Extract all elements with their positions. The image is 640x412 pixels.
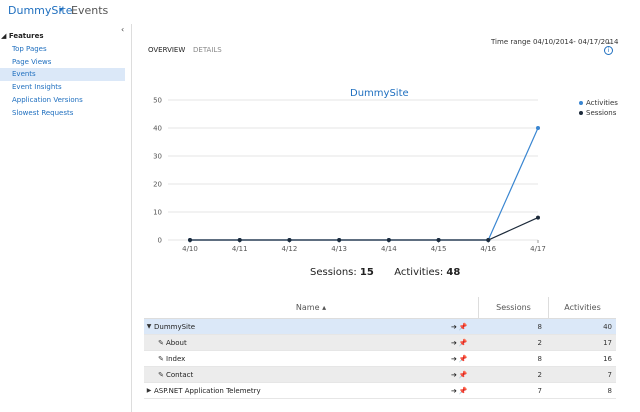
sidebar-item-application-versions[interactable]: Application Versions xyxy=(0,94,125,107)
sessions-total: 15 xyxy=(359,267,374,278)
tab-details[interactable]: DETAILS xyxy=(193,46,222,54)
site-dropdown-icon[interactable]: ▾ xyxy=(59,5,63,14)
row-activities: 16 xyxy=(603,354,612,363)
expand-collapse-icon[interactable]: ▼ xyxy=(144,323,154,330)
data-point-sessions xyxy=(386,238,391,242)
sidebar-item-event-insights[interactable]: Event Insights xyxy=(0,81,125,94)
events-table: Name ▴ Sessions Activities ▼ DummySite ➔… xyxy=(144,296,616,399)
x-tick-label: 4/12 xyxy=(282,245,298,253)
summary-stats: Sessions: 15 Activities: 48 xyxy=(310,267,460,278)
row-sessions: 2 xyxy=(537,370,542,379)
tab-overview[interactable]: OVERVIEW xyxy=(148,46,185,54)
drilldown-arrow-icon[interactable]: ➔ xyxy=(451,371,457,379)
data-point-sessions xyxy=(188,238,192,242)
legend-item-sessions[interactable]: Sessions xyxy=(576,108,618,118)
info-icon[interactable]: i xyxy=(604,46,613,55)
table-row[interactable]: ▶ ASP.NET Application Telemetry ➔ 📌 7 8 xyxy=(144,383,616,399)
legend-sessions-label: Sessions xyxy=(586,109,617,117)
chart-legend: Activities Sessions xyxy=(576,98,618,118)
y-tick-label: 40 xyxy=(153,125,162,133)
page-title: Events xyxy=(71,4,109,17)
data-point-sessions xyxy=(536,215,540,220)
activities-total: 48 xyxy=(446,267,461,278)
row-sessions: 8 xyxy=(537,322,542,331)
row-name: Index xyxy=(166,354,186,363)
x-tick-label: 4/10 xyxy=(182,245,198,253)
sessions-label: Sessions: xyxy=(310,267,357,278)
y-tick-label: 20 xyxy=(153,181,162,189)
legend-item-activities[interactable]: Activities xyxy=(576,98,618,108)
drilldown-arrow-icon[interactable]: ➔ xyxy=(451,387,457,395)
row-sessions: 2 xyxy=(537,338,542,347)
data-point-sessions xyxy=(436,238,441,242)
edit-pencil-icon[interactable]: ✎ xyxy=(156,355,166,363)
data-point-sessions xyxy=(337,238,342,242)
row-activities: 8 xyxy=(607,386,612,395)
drilldown-arrow-icon[interactable]: ➔ xyxy=(451,323,457,331)
pin-icon[interactable]: 📌 xyxy=(459,323,468,331)
x-tick-label: 4/14 xyxy=(381,245,397,253)
data-point-activities xyxy=(536,126,540,130)
table-header: Name ▴ Sessions Activities xyxy=(144,296,616,319)
column-header-sessions[interactable]: Sessions xyxy=(478,296,548,319)
table-row[interactable]: ▼ DummySite ➔ 📌 8 40 xyxy=(144,319,616,335)
y-tick-label: 50 xyxy=(153,97,162,105)
sidebar-item-slowest-requests[interactable]: Slowest Requests xyxy=(0,107,125,120)
x-tick-label: 4/15 xyxy=(431,245,447,253)
x-tick-label: 4/16 xyxy=(480,245,496,253)
sidebar-item-top-pages[interactable]: Top Pages xyxy=(0,43,125,56)
x-tick-label: 4/17 xyxy=(530,245,546,253)
series-line-sessions xyxy=(190,217,539,241)
table-row[interactable]: ✎ Index ➔ 📌 8 16 xyxy=(144,351,616,367)
data-point-sessions xyxy=(287,238,292,242)
column-header-activities[interactable]: Activities xyxy=(548,296,616,319)
row-activities: 7 xyxy=(607,370,612,379)
row-activities: 40 xyxy=(603,322,612,331)
data-point-sessions xyxy=(237,238,242,242)
events-line-chart: 0 10 20 30 40 50 4/10 4/11 4/12 4/13 4/14 4/15 4/16 4… xyxy=(153,97,546,254)
row-sessions: 8 xyxy=(537,354,542,363)
row-name: ASP.NET Application Telemetry xyxy=(154,386,261,395)
time-range-selector[interactable]: Time range 04/10/2014- 04/17/2014 xyxy=(491,38,618,46)
time-range-label: Time range xyxy=(491,38,531,46)
y-tick-label: 30 xyxy=(153,153,162,161)
drilldown-arrow-icon[interactable]: ➔ xyxy=(451,339,457,347)
row-sessions: 7 xyxy=(537,386,542,395)
pin-icon[interactable]: 📌 xyxy=(459,355,468,363)
legend-activities-label: Activities xyxy=(586,99,618,107)
sidebar: ‹ ◢ Features Top Pages Page Views Events… xyxy=(0,24,132,412)
triangle-down-icon: ◢ xyxy=(1,32,7,40)
x-tick-label: 4/11 xyxy=(232,245,248,253)
time-range-dropdown-icon[interactable]: ⌄ xyxy=(606,38,612,46)
drilldown-arrow-icon[interactable]: ➔ xyxy=(451,355,457,363)
table-row[interactable]: ✎ About ➔ 📌 2 17 xyxy=(144,335,616,351)
row-name: DummySite xyxy=(154,322,196,331)
column-header-name-label: Name xyxy=(295,303,320,312)
edit-pencil-icon[interactable]: ✎ xyxy=(156,371,166,379)
pin-icon[interactable]: 📌 xyxy=(459,387,468,395)
row-name: Contact xyxy=(166,370,194,379)
sidebar-section-label: Features xyxy=(8,32,44,40)
app-header: DummySite ▾ Events xyxy=(0,0,640,24)
edit-pencil-icon[interactable]: ✎ xyxy=(156,339,166,347)
sidebar-item-events[interactable]: Events xyxy=(0,68,125,81)
row-activities: 17 xyxy=(603,338,612,347)
expand-collapse-icon[interactable]: ▶ xyxy=(144,387,154,394)
pin-icon[interactable]: 📌 xyxy=(459,371,468,379)
sidebar-section-features[interactable]: ◢ Features xyxy=(1,32,44,40)
x-tick-label: 4/13 xyxy=(331,245,347,253)
pin-icon[interactable]: 📌 xyxy=(459,339,468,347)
y-tick-label: 10 xyxy=(153,209,162,217)
row-name: About xyxy=(166,338,187,347)
activities-label: Activities: xyxy=(394,267,444,278)
y-tick-label: 0 xyxy=(158,237,162,245)
column-header-name[interactable]: Name ▴ xyxy=(144,303,478,312)
collapse-sidebar-icon[interactable]: ‹ xyxy=(121,25,124,34)
data-point-sessions xyxy=(486,238,491,242)
sort-ascending-icon: ▴ xyxy=(322,303,327,312)
legend-sessions-marker xyxy=(576,111,586,115)
table-row[interactable]: ✎ Contact ➔ 📌 2 7 xyxy=(144,367,616,383)
legend-activities-marker xyxy=(576,101,586,105)
